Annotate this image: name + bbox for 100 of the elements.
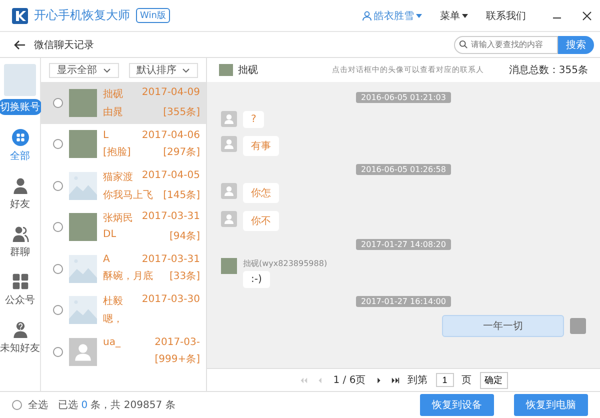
person-icon bbox=[12, 177, 28, 194]
app-logo-icon bbox=[12, 8, 28, 24]
contact-name: 张炳民 bbox=[103, 212, 133, 226]
message-count: [999+条] bbox=[154, 353, 200, 366]
first-page-icon[interactable] bbox=[299, 376, 308, 384]
unknown-person-icon bbox=[12, 321, 28, 338]
photo-placeholder bbox=[69, 130, 97, 158]
filter-dropdown[interactable]: 显示全部 bbox=[49, 62, 118, 78]
conversation-item[interactable]: L 2017-04-06 [抱脸] [297条] bbox=[41, 124, 206, 165]
message-preview: [抱脸] bbox=[103, 146, 131, 159]
conversation-date: 2017-03-31 bbox=[142, 211, 200, 224]
switch-account-button[interactable]: 切换账号 bbox=[0, 99, 42, 115]
search-button[interactable]: 搜索 bbox=[558, 36, 594, 54]
message-count: [297条] bbox=[163, 146, 200, 159]
radio-button[interactable] bbox=[12, 400, 22, 410]
timestamp: 2017-01-27 14:08:20 bbox=[356, 239, 451, 250]
conversation-date: 2017-04-09 bbox=[142, 86, 200, 100]
radio-button[interactable] bbox=[53, 98, 63, 108]
image-placeholder-icon bbox=[69, 296, 97, 324]
caret-icon bbox=[416, 14, 422, 18]
conversation-date: 2017-03- bbox=[154, 337, 200, 348]
page-input[interactable]: 1 bbox=[436, 373, 454, 387]
message-preview: 酥碗，月底 bbox=[103, 270, 153, 284]
radio-button[interactable] bbox=[53, 139, 63, 150]
image-placeholder-icon bbox=[69, 172, 97, 200]
search-icon bbox=[459, 40, 468, 48]
sidebar-item[interactable]: 好友 bbox=[10, 177, 30, 211]
contact-name: A bbox=[103, 254, 110, 266]
caret-icon bbox=[462, 14, 468, 18]
menu-button[interactable]: 菜单 bbox=[434, 8, 474, 22]
sidebar-item[interactable]: 群聊 bbox=[10, 225, 30, 259]
chevron-icon bbox=[102, 68, 111, 72]
person-icon[interactable] bbox=[221, 136, 237, 152]
radio-button[interactable] bbox=[53, 180, 63, 191]
timestamp: 2016-06-05 01:26:58 bbox=[356, 164, 451, 175]
conversation-item[interactable]: 拙砚 2017-04-09 由晁 [355条] bbox=[41, 82, 206, 124]
people-icon bbox=[12, 225, 28, 242]
account-avatar bbox=[4, 64, 36, 96]
filter-dropdown[interactable]: 默认排序 bbox=[128, 62, 198, 78]
page-unit: 页 bbox=[462, 374, 472, 387]
radio-button[interactable] bbox=[53, 305, 63, 316]
user-menu[interactable]: 皓衣胜雪 bbox=[356, 8, 428, 22]
page-indicator: 1 / 6页 bbox=[333, 374, 366, 387]
tiles-icon bbox=[12, 273, 28, 290]
conversation-date: 2017-04-05 bbox=[142, 170, 200, 183]
message-preview: 你我马上飞 bbox=[103, 188, 153, 202]
sidebar-item[interactable]: 未知好友 bbox=[0, 321, 40, 355]
photo-placeholder bbox=[570, 318, 586, 334]
message-preview: 由晁 bbox=[103, 106, 123, 119]
select-all-label[interactable]: 全选 bbox=[28, 398, 48, 412]
photo-placeholder bbox=[221, 258, 237, 274]
selection-summary: 已选 0 条，共 209857 条 bbox=[58, 398, 176, 412]
conversation-date: 2017-03-30 bbox=[142, 294, 200, 308]
conversation-item[interactable]: 张炳民 2017-03-31 DL [94条] bbox=[41, 206, 206, 248]
last-page-icon[interactable] bbox=[390, 376, 400, 384]
conversation-item[interactable]: ua_ 2017-03- [999+条] bbox=[41, 331, 206, 372]
message-bubble: :-) bbox=[243, 271, 270, 288]
sender-name: 拙砚(wyx823895988) bbox=[243, 258, 328, 269]
chevron-icon bbox=[182, 68, 190, 72]
page-title: 微信聊天记录 bbox=[34, 38, 94, 52]
message-count: [94条] bbox=[169, 230, 200, 244]
restore-button[interactable]: 恢复到电脑 bbox=[514, 394, 588, 416]
conversation-item[interactable]: A 2017-03-31 酥碗，月底 [33条] bbox=[41, 248, 206, 290]
image-placeholder-icon bbox=[69, 254, 97, 283]
person-icon bbox=[362, 10, 372, 20]
radio-button[interactable] bbox=[53, 346, 63, 357]
sidebar-item[interactable]: 公众号 bbox=[5, 273, 35, 307]
app-title: 开心手机恢复大师 bbox=[34, 7, 130, 24]
radio-button[interactable] bbox=[53, 222, 63, 232]
sidebar-item[interactable]: 全部 bbox=[10, 129, 30, 163]
person-icon bbox=[69, 338, 97, 366]
close-icon[interactable] bbox=[582, 10, 592, 20]
restore-button[interactable]: 恢复到设备 bbox=[420, 394, 494, 416]
message-bubble: 有事 bbox=[243, 136, 279, 156]
message-bubble: 你怎 bbox=[243, 183, 279, 203]
message-count: [355条] bbox=[163, 106, 200, 119]
contact-name: 拙砚 bbox=[103, 88, 123, 101]
message-bubble: 你不 bbox=[243, 211, 279, 231]
message-count: [33条] bbox=[169, 270, 200, 284]
goto-label: 到第 bbox=[408, 374, 428, 387]
message-count: [145条] bbox=[163, 188, 200, 202]
grid-icon bbox=[12, 129, 28, 146]
back-icon[interactable] bbox=[14, 40, 26, 50]
person-icon[interactable] bbox=[221, 211, 237, 227]
confirm-button[interactable]: 确定 bbox=[480, 372, 508, 388]
photo-placeholder bbox=[69, 213, 97, 242]
radio-button[interactable] bbox=[53, 264, 63, 274]
search-field[interactable]: 请输入要查找的内容 bbox=[454, 36, 558, 54]
person-icon[interactable] bbox=[221, 183, 237, 199]
conversation-item[interactable]: 猫家渡 2017-04-05 你我马上飞 [145条] bbox=[41, 165, 206, 206]
photo-placeholder bbox=[69, 88, 97, 117]
timestamp: 2016-06-05 01:21:03 bbox=[356, 92, 451, 103]
person-icon[interactable] bbox=[221, 111, 237, 127]
conversation-date: 2017-03-31 bbox=[142, 254, 200, 266]
message-total: 消息总数：355条 bbox=[508, 64, 588, 77]
contact-link[interactable]: 联系我们 bbox=[480, 8, 532, 22]
contact-name: 猫家渡 bbox=[103, 170, 133, 184]
timestamp: 2017-01-27 16:14:00 bbox=[356, 296, 451, 307]
edition-badge: Win版 bbox=[136, 8, 170, 23]
message-bubble: 一年一切 bbox=[442, 315, 564, 337]
